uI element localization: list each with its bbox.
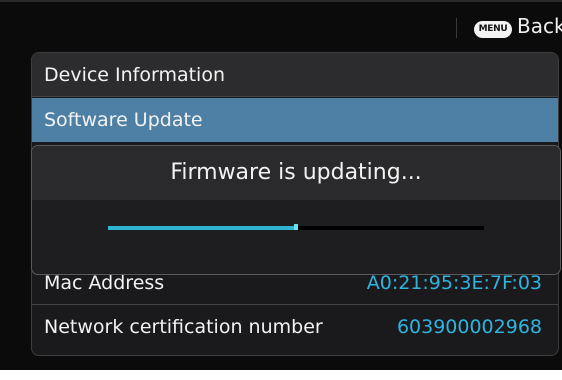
divider: [456, 18, 457, 38]
progress-bar: [108, 224, 484, 230]
menu-item-label: Device Information: [44, 64, 226, 86]
menu-button-icon[interactable]: MENU: [474, 21, 512, 38]
firmware-update-dialog: Firmware is updating...: [31, 145, 561, 275]
back-button[interactable]: Back: [517, 14, 562, 38]
top-bar: MENU Back: [0, 2, 562, 46]
menu-item-label: Software Update: [44, 109, 203, 131]
progress-fill: [108, 226, 296, 230]
menu-item-network-certification-number: Network certification number 60390000296…: [32, 305, 558, 349]
menu-item-device-information[interactable]: Device Information: [32, 53, 558, 97]
network-certification-value: 603900002968: [396, 316, 542, 338]
menu-item-label: Network certification number: [44, 316, 323, 338]
camera-screen: MENU Back Device Information Software Up…: [0, 0, 562, 370]
dialog-message: Firmware is updating...: [170, 160, 422, 185]
progress-indicator: [294, 224, 298, 230]
menu-item-label: Mac Address: [44, 272, 165, 294]
menu-item-software-update[interactable]: Software Update: [32, 98, 558, 142]
